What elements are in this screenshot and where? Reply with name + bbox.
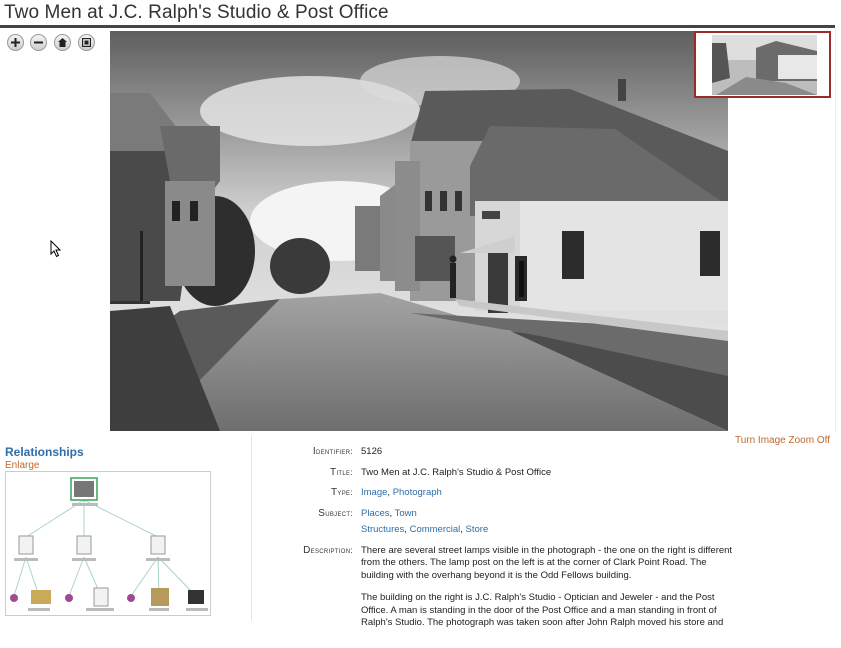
subject-link-town[interactable]: Town (395, 508, 417, 519)
description-paragraph-1: There are several street lamps visible i… (361, 544, 733, 581)
metadata-panel: Identifier: 5126 Title: Two Men at J.C. … (258, 446, 738, 648)
navigator-thumbnail[interactable] (694, 31, 831, 98)
fullscreen-icon (82, 38, 91, 47)
description-row: Description: There are several street la… (258, 545, 738, 640)
home-button[interactable] (54, 34, 71, 51)
mouse-cursor-icon (50, 240, 62, 258)
type-value: Image, Photograph (361, 487, 442, 498)
home-icon (58, 38, 67, 47)
image-viewer[interactable] (0, 28, 836, 432)
type-link-photograph[interactable]: Photograph (393, 487, 442, 498)
zoom-out-button[interactable] (30, 34, 47, 51)
subject-link-places[interactable]: Places (361, 508, 390, 519)
subject-row: Subject: Places, Town Structures, Commer… (258, 508, 738, 537)
subject-label: Subject: (318, 507, 353, 519)
type-label: Type: (331, 487, 353, 498)
subject-link-commercial[interactable]: Commercial (410, 524, 461, 535)
type-link-image[interactable]: Image (361, 487, 387, 498)
subject-value: Places, Town Structures, Commercial, Sto… (361, 507, 489, 536)
title-row: Title: Two Men at J.C. Ralph's Studio & … (258, 467, 738, 480)
relationship-graph-diagram (10, 477, 208, 611)
plus-icon (11, 38, 20, 47)
description-label: Description: (303, 544, 353, 556)
description-paragraph-2: The building on the right is J.C. Ralph'… (361, 592, 724, 628)
main-photograph[interactable] (110, 31, 728, 431)
title-value: Two Men at J.C. Ralph's Studio & Post Of… (361, 466, 552, 478)
type-row: Type: Image, Photograph (258, 487, 738, 500)
relationship-graph[interactable] (5, 471, 211, 616)
column-divider (251, 435, 252, 621)
identifier-value: 5126 (361, 446, 383, 457)
fullscreen-button[interactable] (78, 34, 95, 51)
minus-icon (34, 41, 43, 44)
page-title: Two Men at J.C. Ralph's Studio & Post Of… (4, 2, 389, 23)
photograph-street-scene (110, 31, 728, 431)
relationships-heading: Relationships (5, 445, 84, 459)
description-value: There are several street lamps visible i… (361, 545, 738, 640)
subject-link-store[interactable]: Store (466, 524, 489, 535)
title-label: Title: (330, 466, 353, 478)
identifier-label: Identifier: (312, 446, 353, 457)
zoom-in-button[interactable] (7, 34, 24, 51)
turn-image-zoom-off-link[interactable]: Turn Image Zoom Off (735, 435, 830, 446)
thumbnail-photograph (696, 33, 829, 96)
enlarge-link[interactable]: Enlarge (5, 460, 39, 471)
subject-link-structures[interactable]: Structures (361, 524, 404, 535)
identifier-row: Identifier: 5126 (258, 446, 738, 459)
